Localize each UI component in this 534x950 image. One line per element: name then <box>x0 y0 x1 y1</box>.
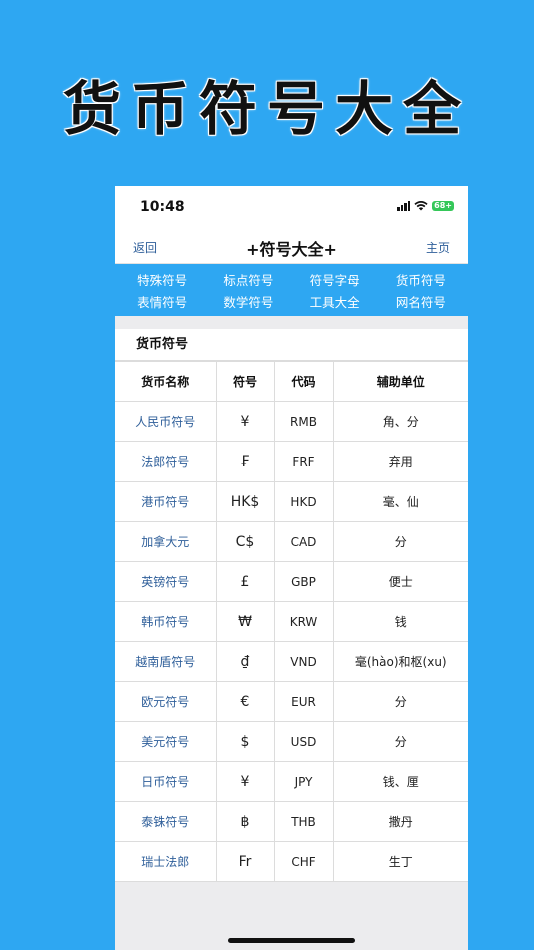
currency-symbol[interactable]: € <box>215 681 275 722</box>
currency-code: GBP <box>273 561 334 602</box>
currency-subunit: 便士 <box>332 561 468 602</box>
status-time: 10:48 <box>140 199 185 215</box>
currency-code: RMB <box>273 401 334 442</box>
currency-symbol[interactable]: ฿ <box>215 801 275 842</box>
home-button[interactable]: 主页 <box>426 239 450 256</box>
currency-name: 法郎符号 <box>115 441 217 482</box>
column-header-symbol: 符号 <box>215 361 275 402</box>
table-row[interactable]: 港币符号 HK$ HKD 毫、仙 <box>115 481 468 522</box>
table-row[interactable]: 加拿大元 C$ CAD 分 <box>115 521 468 562</box>
category-punctuation[interactable]: 标点符号 <box>205 270 291 292</box>
table-row[interactable]: 英镑符号 £ GBP 便士 <box>115 561 468 602</box>
currency-subunit: 分 <box>332 521 468 562</box>
currency-name: 加拿大元 <box>115 521 217 562</box>
category-tools[interactable]: 工具大全 <box>292 292 378 314</box>
currency-name: 港币符号 <box>115 481 217 522</box>
currency-name: 泰铢符号 <box>115 801 217 842</box>
phone-screen: 10:48 68+ 返回 +符号大全+ 主页 特殊符号 标点符号 符号字母 货币… <box>115 186 468 950</box>
currency-name: 人民币符号 <box>115 401 217 442</box>
column-header-name: 货币名称 <box>115 361 217 402</box>
table-header-row: 货币名称 符号 代码 辅助单位 <box>115 361 468 402</box>
currency-symbol[interactable]: ₩ <box>215 601 275 642</box>
currency-subunit: 钱 <box>332 601 468 642</box>
battery-icon: 68+ <box>432 201 454 211</box>
nav-bar: 返回 +符号大全+ 主页 <box>115 228 468 264</box>
column-header-code: 代码 <box>273 361 334 402</box>
wifi-icon <box>414 201 428 211</box>
column-header-subunit: 辅助单位 <box>332 361 468 402</box>
currency-symbol[interactable]: $ <box>215 721 275 762</box>
currency-code: EUR <box>273 681 334 722</box>
currency-symbol[interactable]: C$ <box>215 521 275 562</box>
currency-symbol[interactable]: ¥ <box>215 401 275 442</box>
currency-code: KRW <box>273 601 334 642</box>
currency-subunit: 弃用 <box>332 441 468 482</box>
currency-subunit: 毫(hào)和枢(xu) <box>332 641 468 682</box>
currency-name: 韩币符号 <box>115 601 217 642</box>
currency-symbol[interactable]: HK$ <box>215 481 275 522</box>
home-indicator[interactable] <box>228 938 355 943</box>
banner-title: 货币符号大全 <box>62 75 471 143</box>
page-title: +符号大全+ <box>246 240 337 259</box>
table-body: 人民币符号 ¥ RMB 角、分 法郎符号 ₣ FRF 弃用 港币符号 HK$ HKD 毫、仙 加拿大元 C… <box>115 401 468 882</box>
category-symbol-letters[interactable]: 符号字母 <box>292 270 378 292</box>
currency-code: CHF <box>273 841 334 882</box>
currency-subunit: 角、分 <box>332 401 468 442</box>
currency-name: 美元符号 <box>115 721 217 762</box>
currency-symbol[interactable]: ₫ <box>215 641 275 682</box>
section-title: 货币符号 <box>115 329 468 361</box>
currency-card: 货币符号 货币名称 符号 代码 辅助单位 人民币符号 ¥ RMB 角、分 法郎符号 ₣ FR… <box>115 329 468 882</box>
currency-code: JPY <box>273 761 334 802</box>
category-nickname[interactable]: 网名符号 <box>378 292 464 314</box>
currency-code: VND <box>273 641 334 682</box>
currency-subunit: 分 <box>332 721 468 762</box>
status-icons: 68+ <box>397 201 454 211</box>
currency-symbol[interactable]: Fr <box>215 841 275 882</box>
category-currency[interactable]: 货币符号 <box>378 270 464 292</box>
table-row[interactable]: 人民币符号 ¥ RMB 角、分 <box>115 401 468 442</box>
table-row[interactable]: 泰铢符号฿ THB 撒丹 <box>115 801 468 842</box>
currency-code: CAD <box>273 521 334 562</box>
currency-subunit: 分 <box>332 681 468 722</box>
category-emoji[interactable]: 表情符号 <box>119 292 205 314</box>
category-math[interactable]: 数学符号 <box>205 292 291 314</box>
status-bar: 10:48 68+ <box>115 186 468 228</box>
table-row[interactable]: 韩币符号 ₩ KRW 钱 <box>115 601 468 642</box>
table-row[interactable]: 瑞士法郎 Fr CHF 生丁 <box>115 841 468 882</box>
table-row[interactable]: 欧元符号 € EUR 分 <box>115 681 468 722</box>
currency-name: 英镑符号 <box>115 561 217 602</box>
currency-subunit: 生丁 <box>332 841 468 882</box>
table-row[interactable]: 美元符号 $ USD 分 <box>115 721 468 762</box>
currency-subunit: 撒丹 <box>332 801 468 842</box>
currency-subunit: 钱、厘 <box>332 761 468 802</box>
currency-name: 越南盾符号 <box>115 641 217 682</box>
currency-name: 日币符号 <box>115 761 217 802</box>
signal-icon <box>397 201 411 211</box>
table-row[interactable]: 日币符号 ¥ JPY 钱、厘 <box>115 761 468 802</box>
currency-name: 瑞士法郎 <box>115 841 217 882</box>
currency-symbol[interactable]: ¥ <box>215 761 275 802</box>
currency-subunit: 毫、仙 <box>332 481 468 522</box>
currency-code: THB <box>273 801 334 842</box>
currency-name: 欧元符号 <box>115 681 217 722</box>
category-menu: 特殊符号 标点符号 符号字母 货币符号 表情符号 数学符号 工具大全 网名符号 <box>115 264 468 316</box>
currency-code: USD <box>273 721 334 762</box>
currency-symbol[interactable]: ₣ <box>215 441 275 482</box>
category-special-symbols[interactable]: 特殊符号 <box>119 270 205 292</box>
table-row[interactable]: 法郎符号 ₣ FRF 弃用 <box>115 441 468 482</box>
table-row[interactable]: 越南盾符号 ₫ VND 毫(hào)和枢(xu) <box>115 641 468 682</box>
currency-table: 货币名称 符号 代码 辅助单位 人民币符号 ¥ RMB 角、分 法郎符号 ₣ FRF 弃用 港币… <box>115 361 468 882</box>
currency-symbol[interactable]: £ <box>215 561 275 602</box>
currency-code: HKD <box>273 481 334 522</box>
currency-code: FRF <box>273 441 334 482</box>
